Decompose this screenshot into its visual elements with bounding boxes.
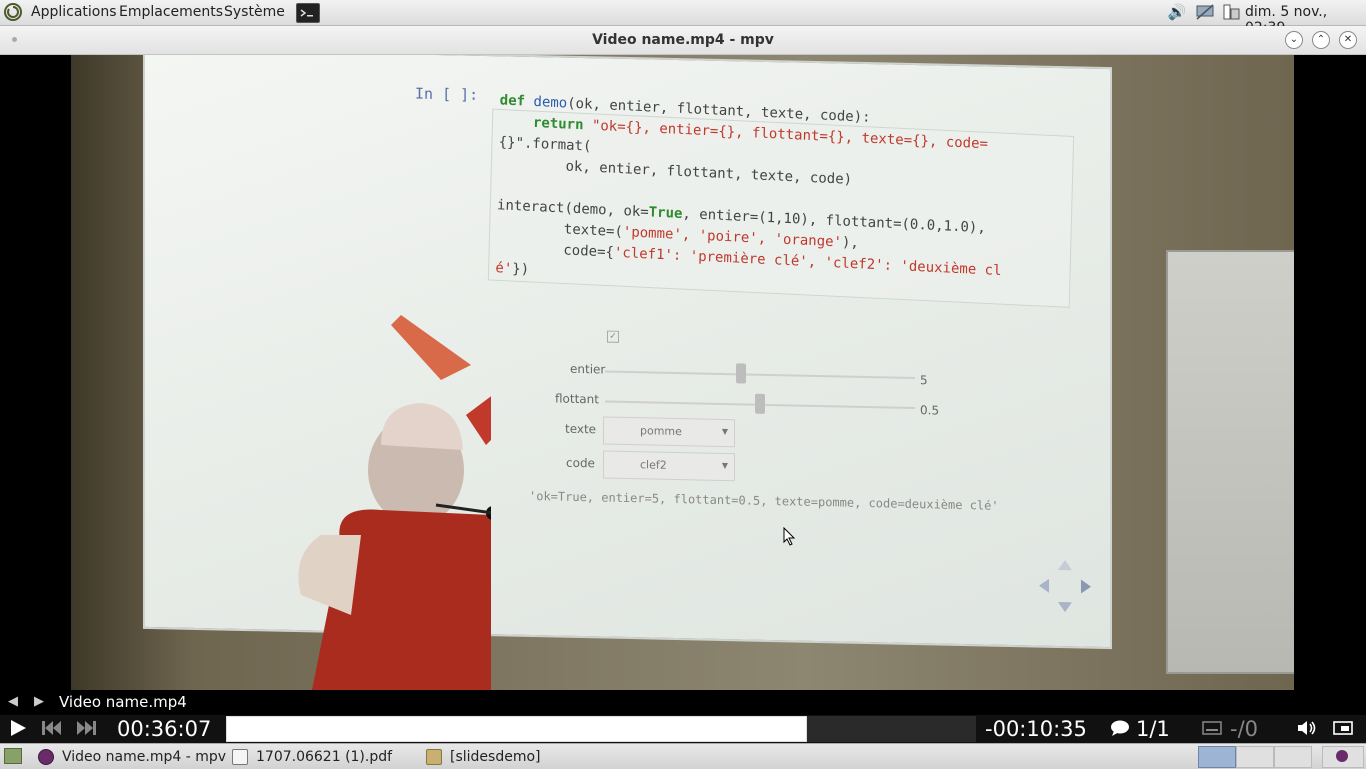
chapter-icon[interactable] [1110, 719, 1130, 742]
code-line: é'}) [495, 260, 529, 278]
code-token: é' [495, 260, 513, 277]
minimize-button[interactable]: ⌄ [1285, 31, 1303, 49]
skip-back-icon[interactable] [40, 718, 64, 743]
taskbar-item-label: Video name.mp4 - mpv [62, 749, 227, 765]
osc-filename[interactable]: Video name.mp4 [59, 693, 187, 711]
checkbox-ok: ✓ [607, 330, 619, 343]
volume-icon[interactable] [1296, 719, 1318, 742]
seek-bar-fill [226, 716, 807, 742]
close-button[interactable]: ✕ [1339, 31, 1357, 49]
chapter-count[interactable]: 1/1 [1136, 717, 1170, 741]
volume-tray-icon[interactable]: 🔊 [1166, 2, 1188, 22]
workspace-1[interactable] [1198, 746, 1236, 768]
code-dropdown-value: clef2 [640, 458, 667, 472]
video-frame: In [ ]: def demo(ok, entier, flottant, t… [71, 55, 1294, 690]
taskbar-item-pdf[interactable]: 1707.06621 (1).pdf [232, 747, 422, 767]
code-label: code [566, 455, 595, 471]
presenter [298, 315, 491, 690]
fullscreen-icon[interactable] [1332, 719, 1354, 742]
terminal-launcher-icon[interactable] [296, 3, 320, 23]
osc-controls: 00:36:07 -00:10:35 1/1 -/0 [0, 715, 1366, 743]
subtitle-track[interactable]: -/0 [1230, 717, 1258, 741]
workspace-3[interactable] [1274, 746, 1312, 768]
dropdown-caret-icon: ▼ [721, 460, 728, 471]
mouse-cursor-icon [783, 527, 796, 546]
top-panel: Applications Emplacements Système 🔊 dim.… [0, 0, 1366, 36]
taskbar: Video name.mp4 - mpv 1707.06621 (1).pdf … [0, 743, 1366, 769]
slide-nav-arrows-icon [1039, 560, 1091, 613]
taskbar-item-folder[interactable]: [slidesdemo] [426, 747, 616, 767]
entier-value: 5 [920, 373, 928, 388]
menu-emplacements[interactable]: Emplacements [119, 4, 223, 20]
subtitle-icon[interactable] [1202, 720, 1222, 741]
entier-label: entier [570, 361, 606, 377]
code-token: demo [533, 93, 568, 112]
folder-icon [426, 749, 442, 765]
taskbar-item-label: [slidesdemo] [450, 749, 541, 765]
window-titlebar[interactable]: Video name.mp4 - mpv ⌄ ⌃ ✕ [0, 26, 1366, 55]
texte-dropdown: pomme ▼ [603, 416, 735, 448]
menu-applications[interactable]: Applications [31, 4, 117, 20]
playlist-next-icon[interactable]: ▶ [34, 694, 44, 709]
cell-prompt: In [ ]: [415, 84, 479, 104]
code-token: }) [512, 260, 530, 278]
video-area[interactable]: In [ ]: def demo(ok, entier, flottant, t… [0, 55, 1366, 690]
mpv-icon [38, 749, 54, 765]
taskbar-item-mpv[interactable]: Video name.mp4 - mpv [38, 747, 228, 767]
whiteboard [1166, 250, 1294, 674]
flottant-label: flottant [555, 391, 599, 407]
entier-slider [605, 370, 915, 380]
playlist-prev-icon[interactable]: ◀ [8, 694, 18, 709]
workspace-2[interactable] [1236, 746, 1274, 768]
code-token: True [648, 204, 683, 222]
maximize-button[interactable]: ⌃ [1312, 31, 1330, 49]
code-token: def [499, 92, 534, 110]
play-icon[interactable] [8, 718, 28, 743]
network-tray-icon[interactable] [1193, 2, 1217, 22]
taskbar-item-label: 1707.06621 (1).pdf [256, 749, 393, 765]
dropdown-caret-icon: ▼ [721, 426, 728, 437]
document-icon [232, 749, 248, 765]
code-dropdown: clef2 ▼ [603, 450, 735, 482]
mpv-icon [1336, 750, 1348, 762]
menu-systeme[interactable]: Système [224, 4, 285, 20]
battery-tray-icon[interactable] [1220, 2, 1242, 22]
skip-forward-icon[interactable] [74, 718, 98, 743]
elapsed-time[interactable]: 00:36:07 [117, 717, 211, 741]
flottant-slider-knob [755, 393, 765, 414]
osc-title-bar: ◀ ▶ Video name.mp4 [0, 690, 1294, 715]
distro-logo-icon[interactable] [4, 3, 22, 21]
texte-dropdown-value: pomme [640, 424, 682, 439]
show-desktop-icon[interactable] [4, 748, 22, 764]
texte-label: texte [565, 421, 597, 437]
window-title: Video name.mp4 - mpv [592, 32, 774, 48]
cell-output: 'ok=True, entier=5, flottant=0.5, texte=… [529, 488, 999, 513]
code-token: ), [841, 234, 860, 252]
workspace-4[interactable] [1322, 746, 1364, 768]
remaining-time[interactable]: -00:10:35 [985, 717, 1087, 741]
flottant-value: 0.5 [920, 403, 940, 418]
entier-slider-knob [736, 363, 747, 384]
seek-bar[interactable] [226, 716, 976, 742]
